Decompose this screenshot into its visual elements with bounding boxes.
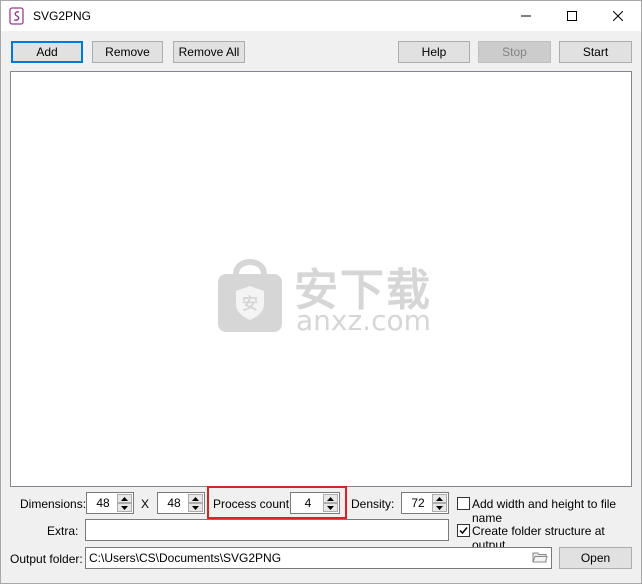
remove-all-button[interactable]: Remove All xyxy=(173,41,245,63)
height-spinbox[interactable]: 48 xyxy=(157,492,205,514)
add-wh-checkbox[interactable] xyxy=(457,497,470,510)
close-icon xyxy=(613,11,623,21)
arrow-down-icon xyxy=(436,505,443,510)
browse-folder-button[interactable] xyxy=(532,550,548,564)
title-bar[interactable]: SVG2PNG xyxy=(1,1,641,31)
app-window: SVG2PNG Add Remove Remove All Help Stop … xyxy=(0,0,642,584)
svg2png-app-icon xyxy=(9,7,25,25)
watermark-bag-icon: 安 xyxy=(218,259,282,332)
density-value[interactable]: 72 xyxy=(402,493,434,513)
process-count-highlight xyxy=(207,486,347,519)
file-list[interactable]: 安 安下载 anxz.com xyxy=(10,71,632,487)
dimension-x-label: X xyxy=(141,497,150,511)
density-down-button[interactable] xyxy=(432,503,447,512)
watermark: 安 安下载 anxz.com xyxy=(214,254,444,344)
height-up-button[interactable] xyxy=(188,494,203,503)
height-down-button[interactable] xyxy=(188,503,203,512)
checkmark-icon xyxy=(459,527,468,535)
output-folder-label: Output folder: xyxy=(10,552,83,566)
create-folder-checkbox[interactable] xyxy=(457,524,470,537)
minimize-button[interactable] xyxy=(503,1,549,31)
width-up-button[interactable] xyxy=(117,494,132,503)
help-button[interactable]: Help xyxy=(398,41,470,63)
width-down-button[interactable] xyxy=(117,503,132,512)
watermark-en-text: anxz.com xyxy=(296,304,431,337)
arrow-up-icon xyxy=(121,496,128,501)
arrow-up-icon xyxy=(436,496,443,501)
maximize-icon xyxy=(567,11,577,21)
close-button[interactable] xyxy=(595,1,641,31)
folder-icon xyxy=(532,552,548,563)
density-spinbox[interactable]: 72 xyxy=(401,492,449,514)
extra-input[interactable] xyxy=(85,519,449,541)
stop-button[interactable]: Stop xyxy=(478,41,551,63)
open-button[interactable]: Open xyxy=(559,547,632,569)
add-button[interactable]: Add xyxy=(11,41,83,63)
maximize-button[interactable] xyxy=(549,1,595,31)
width-value[interactable]: 48 xyxy=(87,493,119,513)
width-spinbox[interactable]: 48 xyxy=(86,492,134,514)
density-label: Density: xyxy=(351,497,395,511)
add-wh-label[interactable]: Add width and height to file name xyxy=(472,497,641,525)
watermark-shield-text: 安 xyxy=(242,294,258,313)
dimensions-label: Dimensions: xyxy=(20,497,87,511)
output-folder-input[interactable]: C:\Users\CS\Documents\SVG2PNG xyxy=(85,547,552,569)
minimize-icon xyxy=(521,15,531,17)
density-up-button[interactable] xyxy=(432,494,447,503)
height-value[interactable]: 48 xyxy=(158,493,190,513)
extra-label: Extra: xyxy=(47,524,79,538)
start-button[interactable]: Start xyxy=(559,41,632,63)
arrow-down-icon xyxy=(121,505,128,510)
arrow-down-icon xyxy=(192,505,199,510)
window-title: SVG2PNG xyxy=(33,9,92,23)
remove-button[interactable]: Remove xyxy=(92,41,163,63)
arrow-up-icon xyxy=(192,496,199,501)
